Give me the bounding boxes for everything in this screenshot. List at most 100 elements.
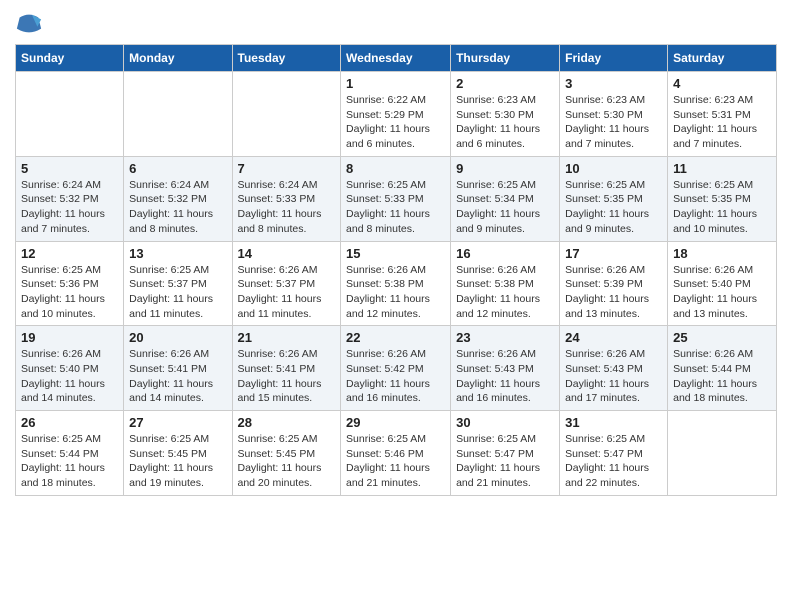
day-info: Sunrise: 6:26 AMSunset: 5:43 PMDaylight:… [565, 347, 662, 406]
calendar-week-row: 19 Sunrise: 6:26 AMSunset: 5:40 PMDayligh… [16, 326, 777, 411]
day-number: 12 [21, 246, 118, 261]
day-number: 16 [456, 246, 554, 261]
day-info: Sunrise: 6:25 AMSunset: 5:36 PMDaylight:… [21, 263, 118, 322]
day-info: Sunrise: 6:25 AMSunset: 5:46 PMDaylight:… [346, 432, 445, 491]
weekday-header-tuesday: Tuesday [232, 45, 341, 72]
day-number: 9 [456, 161, 554, 176]
weekday-header-monday: Monday [124, 45, 232, 72]
calendar-week-row: 5 Sunrise: 6:24 AMSunset: 5:32 PMDaylight… [16, 156, 777, 241]
day-info: Sunrise: 6:25 AMSunset: 5:45 PMDaylight:… [238, 432, 336, 491]
day-info: Sunrise: 6:26 AMSunset: 5:41 PMDaylight:… [238, 347, 336, 406]
calendar-cell [232, 72, 341, 157]
logo [15, 10, 47, 38]
calendar-cell: 26 Sunrise: 6:25 AMSunset: 5:44 PMDayligh… [16, 411, 124, 496]
day-info: Sunrise: 6:23 AMSunset: 5:31 PMDaylight:… [673, 93, 771, 152]
calendar-cell: 24 Sunrise: 6:26 AMSunset: 5:43 PMDayligh… [560, 326, 668, 411]
calendar-cell: 12 Sunrise: 6:25 AMSunset: 5:36 PMDayligh… [16, 241, 124, 326]
day-number: 7 [238, 161, 336, 176]
day-info: Sunrise: 6:25 AMSunset: 5:34 PMDaylight:… [456, 178, 554, 237]
calendar-cell: 6Sunrise: 6:24 AMSunset: 5:32 PMDaylight… [124, 156, 232, 241]
day-info: Sunrise: 6:23 AMSunset: 5:30 PMDaylight:… [565, 93, 662, 152]
day-number: 15 [346, 246, 445, 261]
day-number: 29 [346, 415, 445, 430]
calendar-cell: 29 Sunrise: 6:25 AMSunset: 5:46 PMDayligh… [341, 411, 451, 496]
day-number: 18 [673, 246, 771, 261]
calendar-cell: 20 Sunrise: 6:26 AMSunset: 5:41 PMDayligh… [124, 326, 232, 411]
calendar-cell: 3 Sunrise: 6:23 AMSunset: 5:30 PMDaylight… [560, 72, 668, 157]
day-number: 4 [673, 76, 771, 91]
day-info: Sunrise: 6:24 AMSunset: 5:32 PMDaylight:… [21, 178, 118, 237]
calendar-header: SundayMondayTuesdayWednesdayThursdayFrid… [16, 45, 777, 72]
calendar-cell: 5 Sunrise: 6:24 AMSunset: 5:32 PMDaylight… [16, 156, 124, 241]
day-number: 24 [565, 330, 662, 345]
calendar-cell: 1 Sunrise: 6:22 AMSunset: 5:29 PMDaylight… [341, 72, 451, 157]
calendar-cell [124, 72, 232, 157]
calendar-cell: 7 Sunrise: 6:24 AMSunset: 5:33 PMDaylight… [232, 156, 341, 241]
day-info: Sunrise: 6:25 AMSunset: 5:47 PMDaylight:… [456, 432, 554, 491]
calendar-week-row: 12 Sunrise: 6:25 AMSunset: 5:36 PMDayligh… [16, 241, 777, 326]
day-number: 2 [456, 76, 554, 91]
calendar-cell [668, 411, 777, 496]
calendar-cell: 11 Sunrise: 6:25 AMSunset: 5:35 PMDayligh… [668, 156, 777, 241]
weekday-header-friday: Friday [560, 45, 668, 72]
calendar-cell: 22Sunrise: 6:26 AMSunset: 5:42 PMDayligh… [341, 326, 451, 411]
day-number: 25 [673, 330, 771, 345]
day-number: 26 [21, 415, 118, 430]
day-info: Sunrise: 6:25 AMSunset: 5:44 PMDaylight:… [21, 432, 118, 491]
day-info: Sunrise: 6:26 AMSunset: 5:37 PMDaylight:… [238, 263, 336, 322]
day-info: Sunrise: 6:23 AMSunset: 5:30 PMDaylight:… [456, 93, 554, 152]
day-info: Sunrise: 6:26 AMSunset: 5:38 PMDaylight:… [346, 263, 445, 322]
calendar-cell: 13 Sunrise: 6:25 AMSunset: 5:37 PMDayligh… [124, 241, 232, 326]
day-number: 31 [565, 415, 662, 430]
day-info: Sunrise: 6:26 AMSunset: 5:42 PMDaylight:… [346, 347, 445, 406]
calendar-cell: 21 Sunrise: 6:26 AMSunset: 5:41 PMDayligh… [232, 326, 341, 411]
calendar-cell: 14 Sunrise: 6:26 AMSunset: 5:37 PMDayligh… [232, 241, 341, 326]
day-number: 14 [238, 246, 336, 261]
day-number: 17 [565, 246, 662, 261]
day-info: Sunrise: 6:25 AMSunset: 5:33 PMDaylight:… [346, 178, 445, 237]
calendar-cell: 23 Sunrise: 6:26 AMSunset: 5:43 PMDayligh… [451, 326, 560, 411]
calendar-cell: 18 Sunrise: 6:26 AMSunset: 5:40 PMDayligh… [668, 241, 777, 326]
day-number: 13 [129, 246, 226, 261]
calendar-week-row: 26 Sunrise: 6:25 AMSunset: 5:44 PMDayligh… [16, 411, 777, 496]
day-info: Sunrise: 6:22 AMSunset: 5:29 PMDaylight:… [346, 93, 445, 152]
calendar-cell: 15 Sunrise: 6:26 AMSunset: 5:38 PMDayligh… [341, 241, 451, 326]
weekday-header-thursday: Thursday [451, 45, 560, 72]
day-info: Sunrise: 6:26 AMSunset: 5:43 PMDaylight:… [456, 347, 554, 406]
day-number: 27 [129, 415, 226, 430]
day-number: 3 [565, 76, 662, 91]
day-number: 23 [456, 330, 554, 345]
calendar-cell: 10Sunrise: 6:25 AMSunset: 5:35 PMDayligh… [560, 156, 668, 241]
logo-icon [15, 10, 43, 38]
day-info: Sunrise: 6:25 AMSunset: 5:35 PMDaylight:… [673, 178, 771, 237]
day-number: 1 [346, 76, 445, 91]
weekday-header-wednesday: Wednesday [341, 45, 451, 72]
day-info: Sunrise: 6:25 AMSunset: 5:37 PMDaylight:… [129, 263, 226, 322]
calendar-cell: 4 Sunrise: 6:23 AMSunset: 5:31 PMDaylight… [668, 72, 777, 157]
day-number: 5 [21, 161, 118, 176]
calendar-cell: 19 Sunrise: 6:26 AMSunset: 5:40 PMDayligh… [16, 326, 124, 411]
day-info: Sunrise: 6:26 AMSunset: 5:40 PMDaylight:… [21, 347, 118, 406]
calendar-table: SundayMondayTuesdayWednesdayThursdayFrid… [15, 44, 777, 496]
day-number: 10 [565, 161, 662, 176]
weekday-header-sunday: Sunday [16, 45, 124, 72]
calendar-cell: 2 Sunrise: 6:23 AMSunset: 5:30 PMDaylight… [451, 72, 560, 157]
calendar-cell: 31Sunrise: 6:25 AMSunset: 5:47 PMDayligh… [560, 411, 668, 496]
day-number: 28 [238, 415, 336, 430]
weekday-header-saturday: Saturday [668, 45, 777, 72]
day-info: Sunrise: 6:25 AMSunset: 5:45 PMDaylight:… [129, 432, 226, 491]
day-info: Sunrise: 6:24 AMSunset: 5:33 PMDaylight:… [238, 178, 336, 237]
day-info: Sunrise: 6:26 AMSunset: 5:40 PMDaylight:… [673, 263, 771, 322]
day-info: Sunrise: 6:26 AMSunset: 5:44 PMDaylight:… [673, 347, 771, 406]
weekday-header-row: SundayMondayTuesdayWednesdayThursdayFrid… [16, 45, 777, 72]
day-info: Sunrise: 6:26 AMSunset: 5:38 PMDaylight:… [456, 263, 554, 322]
day-number: 30 [456, 415, 554, 430]
day-number: 21 [238, 330, 336, 345]
calendar-body: 1 Sunrise: 6:22 AMSunset: 5:29 PMDaylight… [16, 72, 777, 496]
calendar-cell: 16 Sunrise: 6:26 AMSunset: 5:38 PMDayligh… [451, 241, 560, 326]
day-number: 8 [346, 161, 445, 176]
day-number: 11 [673, 161, 771, 176]
day-info: Sunrise: 6:26 AMSunset: 5:41 PMDaylight:… [129, 347, 226, 406]
day-number: 20 [129, 330, 226, 345]
day-number: 19 [21, 330, 118, 345]
